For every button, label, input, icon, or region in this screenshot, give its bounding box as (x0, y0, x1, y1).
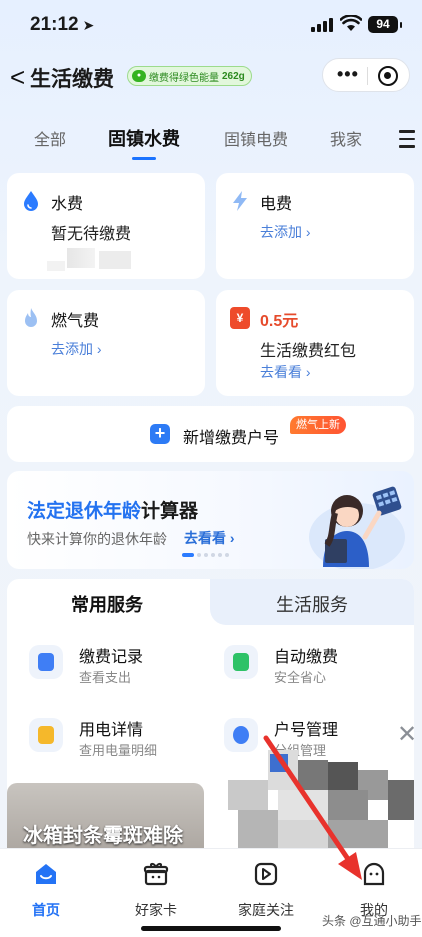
pixelated-ad-image (228, 740, 414, 850)
water-card[interactable]: 水费 暂无待缴费 (7, 173, 205, 279)
wifi-icon (340, 15, 362, 31)
menu-icon[interactable] (399, 130, 415, 153)
tab-home-page[interactable]: 首页 (6, 861, 86, 920)
page: 21:12 ➤ 94 < 生活缴费 ● 缴费得绿色能量 262g ••• 全部 固… (0, 0, 422, 937)
green-energy-badge[interactable]: ● 缴费得绿色能量 262g (127, 66, 252, 86)
more-dots-icon[interactable]: ••• (337, 64, 359, 85)
add-account-label: 新增缴费户号 (183, 430, 280, 447)
time-text: 21:12 (30, 14, 79, 35)
tab-life-services[interactable]: 生活服务 (276, 591, 348, 617)
home-indicator (141, 926, 281, 931)
payment-records-icon (29, 645, 63, 679)
tab-family-card[interactable]: 好家卡 (116, 861, 196, 920)
add-account-button[interactable]: + 新增缴费户号 燃气上新 (7, 406, 414, 462)
home-icon (36, 864, 56, 884)
service-electricity-details[interactable]: 用电详情 查用电量明细 (17, 710, 197, 760)
nav-bar: < 生活缴费 ● 缴费得绿色能量 262g ••• (0, 50, 422, 106)
service-name: 用电详情 (79, 722, 144, 739)
tab-label: 家庭关注 (238, 902, 294, 918)
electric-title: 电费 (260, 196, 293, 213)
gas-add-link[interactable]: 去添加 › (51, 339, 102, 359)
capsule-divider (367, 67, 368, 85)
water-status: 暂无待缴费 (51, 226, 132, 243)
service-name: 自动缴费 (274, 649, 339, 666)
electricity-bill-icon (29, 718, 63, 752)
carousel-dots (182, 553, 232, 557)
close-target-icon[interactable] (378, 66, 398, 86)
status-time: 21:12 ➤ (30, 14, 94, 36)
gas-card[interactable]: 燃气费 去添加 › (7, 290, 205, 396)
plus-icon: + (150, 424, 170, 444)
woman-calculator-illustration (309, 486, 405, 569)
tab-family-watch[interactable]: 家庭关注 (226, 861, 306, 920)
service-desc: 安全省心 (274, 670, 327, 685)
banner-subtitle: 快来计算你的退休年龄 (27, 531, 167, 547)
back-chevron-icon[interactable]: < (10, 62, 25, 93)
water-title: 水费 (51, 196, 84, 213)
cellular-signal-icon (311, 18, 333, 32)
electric-add-link[interactable]: 去添加 › (260, 222, 311, 242)
battery-indicator: 94 (368, 16, 402, 33)
electric-card[interactable]: 电费 去添加 › (216, 173, 414, 279)
blurred-account (99, 251, 131, 269)
blurred-account (47, 261, 65, 271)
redpacket-card[interactable]: ¥ 0.5元 生活缴费红包 去看看 › (216, 290, 414, 396)
retirement-banner[interactable]: 法定退休年龄计算器 快来计算你的退休年龄 去看看 › (7, 471, 414, 569)
tab-electric[interactable]: 固镇电费 (224, 126, 288, 150)
status-bar: 21:12 ➤ 94 (0, 0, 422, 50)
service-desc: 查用电量明细 (79, 743, 158, 758)
location-arrow-icon: ➤ (82, 17, 95, 33)
lightning-icon (233, 191, 247, 211)
service-payment-records[interactable]: 缴费记录 查看支出 (17, 637, 197, 687)
service-name: 户号管理 (274, 722, 339, 739)
gift-icon (143, 863, 169, 886)
miniapp-capsule: ••• (322, 58, 410, 92)
video-play-icon (254, 862, 278, 886)
ad-close-icon[interactable]: ✕ (397, 720, 417, 749)
redpacket-view-link[interactable]: 去看看 › (260, 362, 311, 382)
gas-new-badge: 燃气上新 (290, 416, 346, 434)
tab-label: 好家卡 (135, 902, 177, 918)
page-title: 生活缴费 (30, 68, 114, 91)
category-tabs: 全部 固镇水费 固镇电费 我家 (0, 125, 422, 160)
ad-text: 冰箱封条霉斑难除 (23, 825, 183, 847)
profile-face-icon (363, 862, 385, 886)
tab-home[interactable]: 我家 (330, 126, 362, 150)
banner-title-rest: 计算器 (141, 501, 199, 522)
redpacket-title: 生活缴费红包 (260, 343, 357, 360)
tab-label: 首页 (32, 902, 60, 918)
water-drop-icon (24, 191, 38, 211)
energy-label: 缴费得绿色能量 (149, 72, 219, 84)
red-packet-icon: ¥ (230, 307, 250, 329)
tab-water[interactable]: 固镇水费 (108, 125, 180, 160)
leaf-icon: ● (132, 70, 146, 82)
gas-title: 燃气费 (51, 313, 100, 330)
energy-value: 262g (222, 70, 245, 82)
service-auto-pay[interactable]: 自动缴费 安全省心 (212, 637, 392, 687)
redpacket-amount: 0.5元 (260, 313, 299, 330)
tab-common-services[interactable]: 常用服务 (71, 591, 143, 617)
banner-title-highlight: 法定退休年龄 (27, 501, 142, 522)
service-desc: 查看支出 (79, 670, 132, 685)
watermark: 头条 @互通小助手 (322, 914, 422, 928)
blurred-account (67, 248, 95, 268)
shield-check-icon (224, 645, 258, 679)
banner-title: 法定退休年龄计算器 (27, 496, 198, 523)
service-name: 缴费记录 (79, 649, 144, 666)
tab-all[interactable]: 全部 (34, 126, 66, 150)
flame-icon (25, 308, 37, 327)
banner-action-link[interactable]: 去看看 › (184, 528, 235, 548)
